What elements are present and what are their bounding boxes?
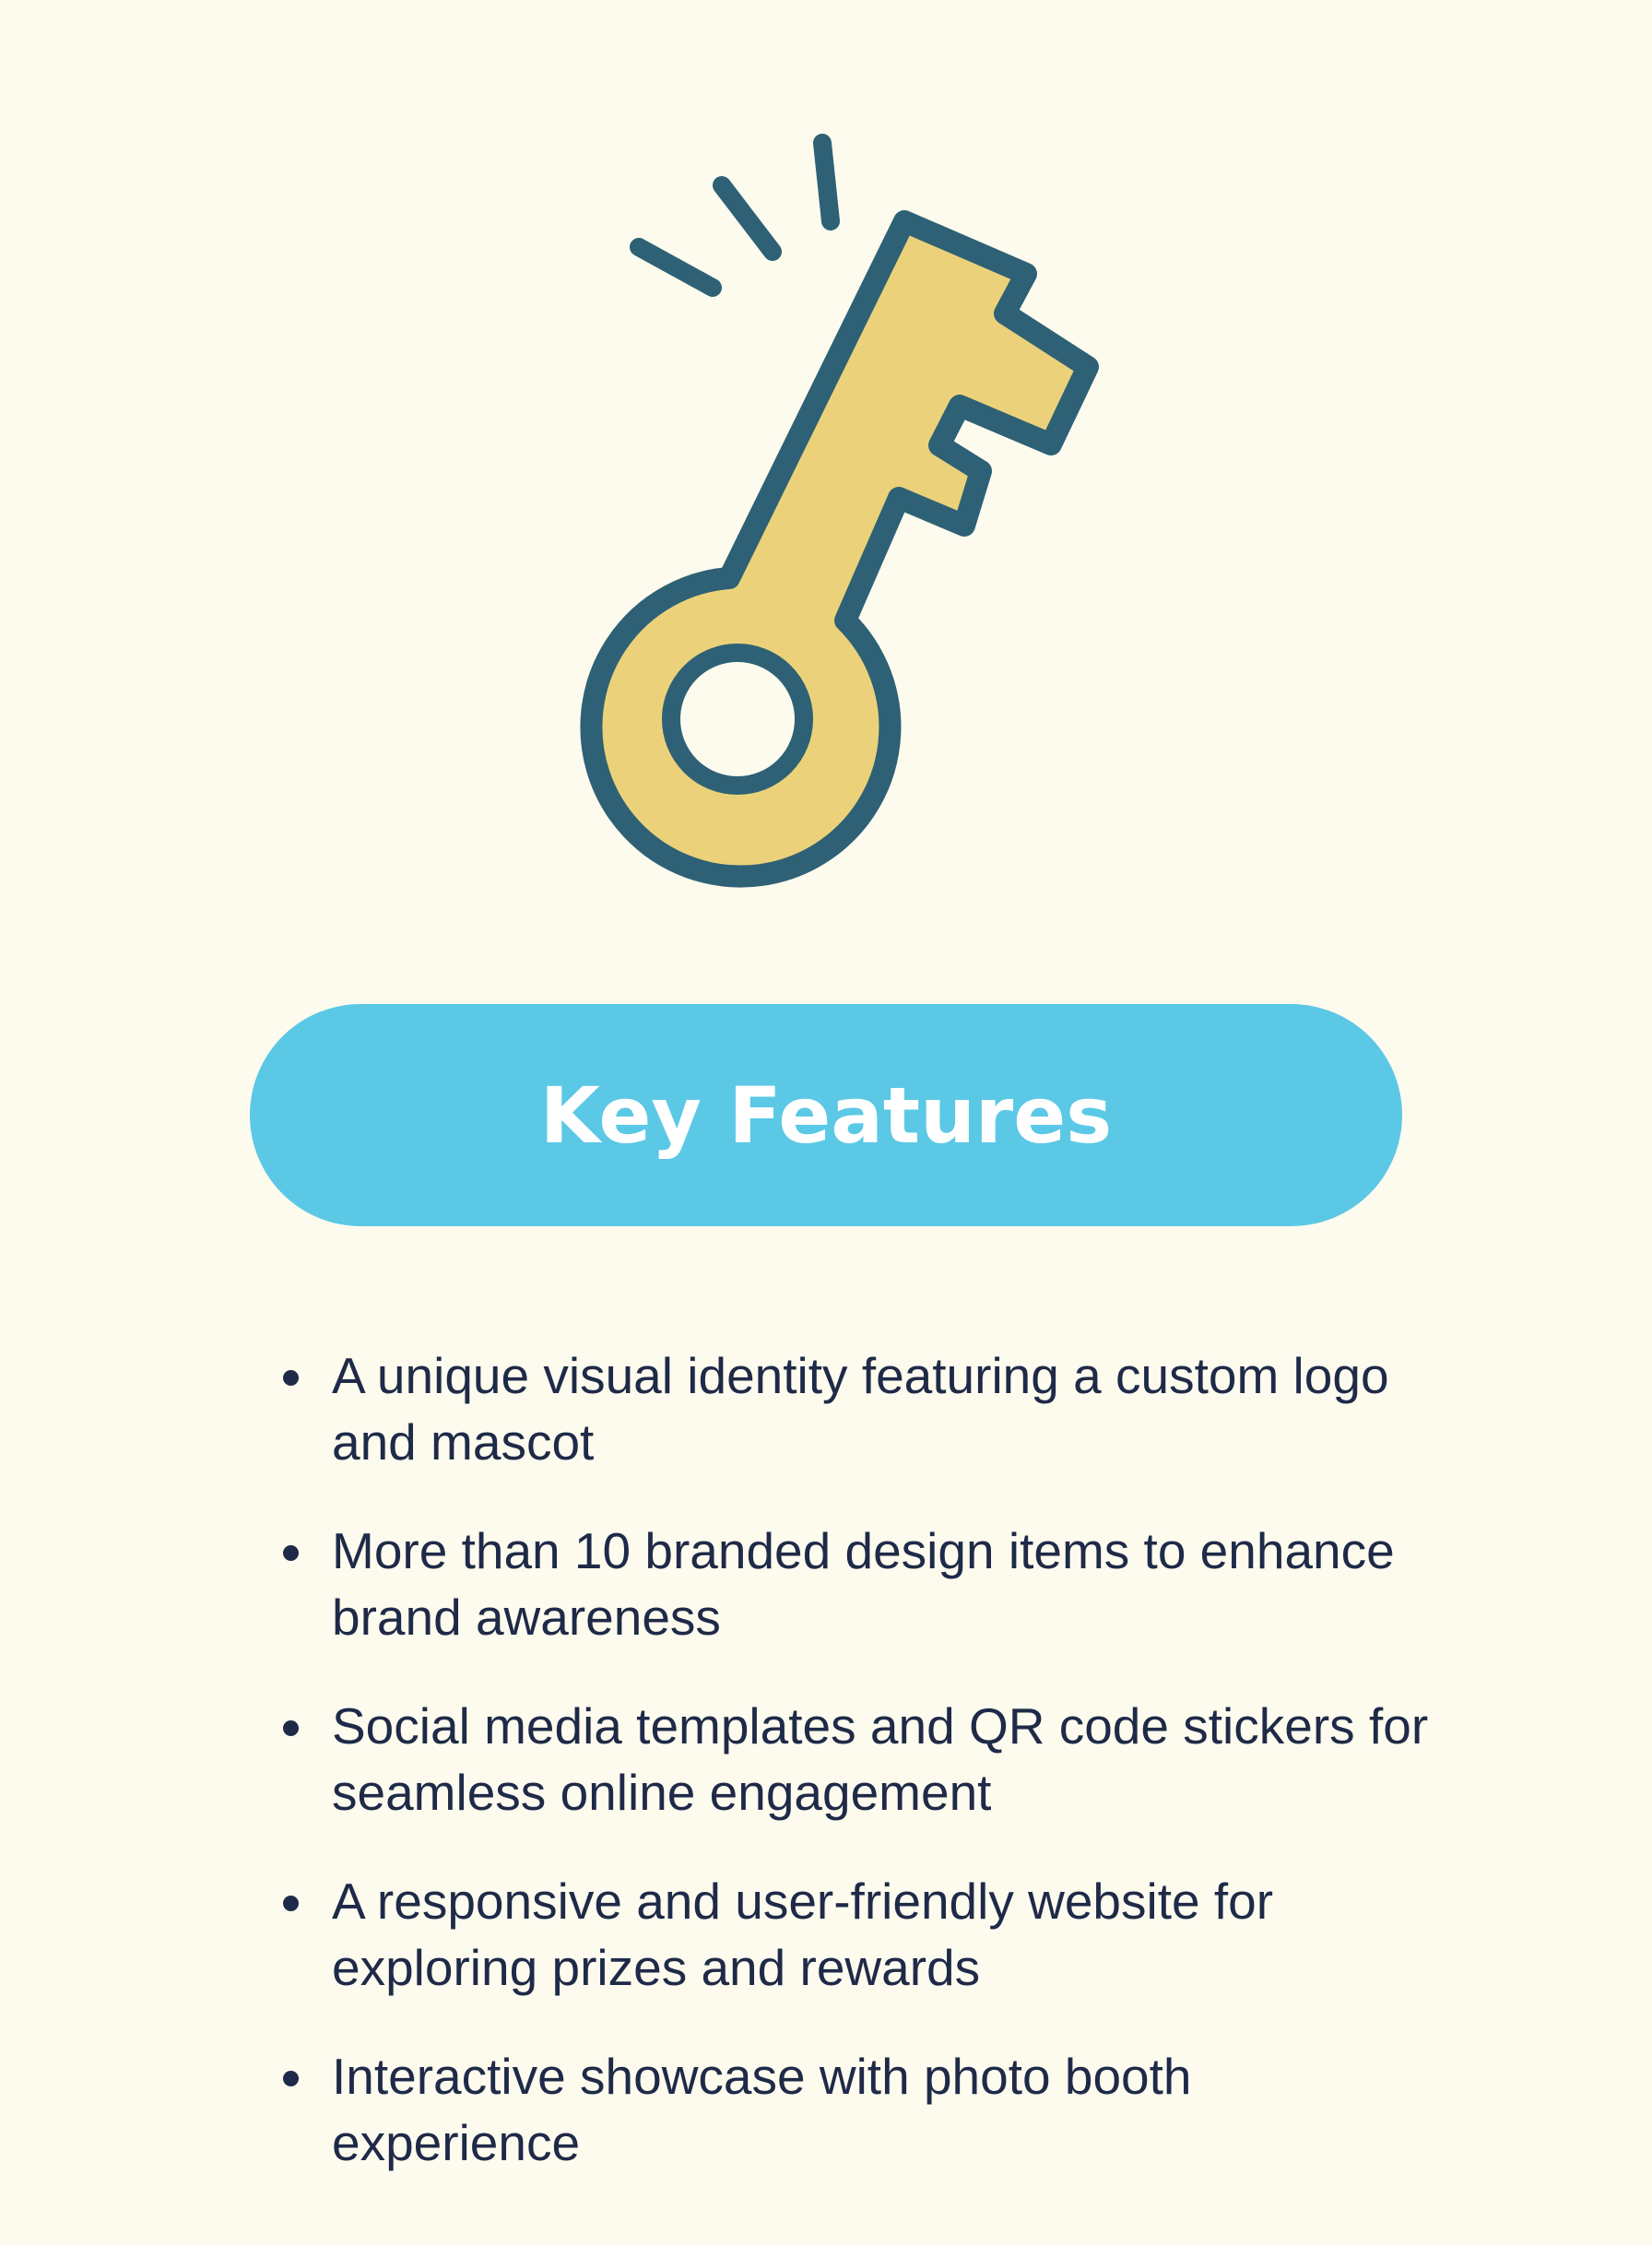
bullet-icon bbox=[283, 1720, 299, 1736]
list-item: A unique visual identity featuring a cus… bbox=[272, 1342, 1434, 1475]
page-title: Key Features bbox=[539, 1069, 1113, 1161]
features-list: A unique visual identity featuring a cus… bbox=[272, 1342, 1434, 2218]
bullet-icon bbox=[283, 2071, 299, 2086]
shine-line-middle bbox=[713, 176, 782, 261]
feature-text: Social media templates and QR code stick… bbox=[332, 1697, 1429, 1821]
shine-line-right bbox=[813, 134, 840, 230]
list-item: A responsive and user-friendly website f… bbox=[272, 1868, 1434, 2001]
bullet-icon bbox=[283, 1896, 299, 1911]
feature-text: A responsive and user-friendly website f… bbox=[332, 1873, 1274, 1996]
bullet-icon bbox=[283, 1370, 299, 1386]
key-hole bbox=[662, 644, 813, 795]
feature-text: A unique visual identity featuring a cus… bbox=[332, 1347, 1389, 1471]
list-item: Interactive showcase with photo booth ex… bbox=[272, 2043, 1434, 2176]
bullet-icon bbox=[283, 1545, 299, 1561]
shine-lines bbox=[630, 134, 840, 297]
list-item: Social media templates and QR code stick… bbox=[272, 1693, 1434, 1826]
title-pill: Key Features bbox=[250, 1004, 1402, 1226]
key-body bbox=[580, 210, 1099, 888]
key-icon bbox=[580, 134, 1099, 888]
shine-line-left bbox=[630, 238, 722, 297]
feature-text: More than 10 branded design items to enh… bbox=[332, 1522, 1395, 1646]
list-item: More than 10 branded design items to enh… bbox=[272, 1518, 1434, 1650]
feature-text: Interactive showcase with photo booth ex… bbox=[332, 2048, 1192, 2171]
